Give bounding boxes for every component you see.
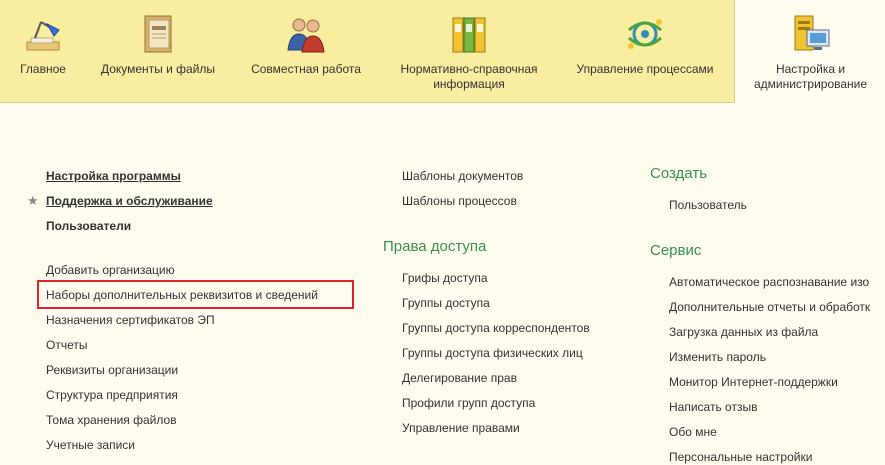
people-icon xyxy=(287,18,325,53)
section-label: Главное xyxy=(20,62,66,76)
change-password-link[interactable]: Изменить пароль xyxy=(669,349,766,365)
document-templates-link[interactable]: Шаблоны документов xyxy=(402,168,523,184)
file-volumes-link[interactable]: Тома хранения файлов xyxy=(46,412,177,428)
access-groups-link[interactable]: Группы доступа xyxy=(402,295,490,311)
rights-management-link[interactable]: Управление правами xyxy=(402,420,520,436)
users-link[interactable]: Пользователи xyxy=(46,218,131,234)
access-group-profiles-link[interactable]: Профили групп доступа xyxy=(402,395,535,411)
access-rights-title: Права доступа xyxy=(383,238,487,255)
folders-icon xyxy=(452,17,486,53)
support-monitor-link[interactable]: Монитор Интернет-поддержки xyxy=(669,374,838,390)
additional-attributes-sets-link[interactable]: Наборы дополнительных реквизитов и сведе… xyxy=(46,287,318,303)
write-review-link[interactable]: Написать отзыв xyxy=(669,399,757,415)
access-labels-link[interactable]: Грифы доступа xyxy=(402,270,488,286)
add-organization-link[interactable]: Добавить организацию xyxy=(46,262,175,278)
sections-panel: Главное Документы и файлы Совместная раб… xyxy=(0,0,885,103)
program-settings-link[interactable]: Настройка программы xyxy=(46,168,181,184)
section-collaboration[interactable]: Совместная работа xyxy=(230,0,382,102)
section-label: Управление процессами xyxy=(576,62,714,76)
section-documents[interactable]: Документы и файлы xyxy=(86,0,230,102)
service-title: Сервис xyxy=(650,242,702,259)
binder-icon xyxy=(144,15,172,53)
star-icon[interactable]: ★ xyxy=(27,193,39,209)
gears-icon xyxy=(628,19,662,49)
organization-details-link[interactable]: Реквизиты организации xyxy=(46,362,178,378)
section-label: Совместная работа xyxy=(251,62,361,76)
auto-recognition-link[interactable]: Автоматическое распознавание изо xyxy=(669,274,869,290)
section-process-management[interactable]: Управление процессами xyxy=(556,0,734,102)
section-main[interactable]: Главное xyxy=(0,0,86,102)
section-settings-admin[interactable]: Настройка и администрирование xyxy=(734,0,885,103)
server-monitor-icon xyxy=(794,15,829,51)
process-templates-link[interactable]: Шаблоны процессов xyxy=(402,193,517,209)
load-from-file-link[interactable]: Загрузка данных из файла xyxy=(669,324,818,340)
section-label: Настройка и администрирование xyxy=(753,62,868,91)
about-me-link[interactable]: Обо мне xyxy=(669,424,717,440)
reports-link[interactable]: Отчеты xyxy=(46,337,87,353)
create-title: Создать xyxy=(650,165,708,182)
section-reference-info[interactable]: Нормативно-справочная информация xyxy=(382,0,556,102)
correspondent-access-groups-link[interactable]: Группы доступа корреспондентов xyxy=(402,320,590,336)
additional-reports-link[interactable]: Дополнительные отчеты и обработк xyxy=(669,299,870,315)
desk-lamp-icon xyxy=(26,21,60,51)
section-label: Документы и файлы xyxy=(100,62,216,76)
section-label: Нормативно-справочная информация xyxy=(400,62,538,91)
create-user-link[interactable]: Пользователь xyxy=(669,197,747,213)
accounts-link[interactable]: Учетные записи xyxy=(46,437,135,453)
individual-access-groups-link[interactable]: Группы доступа физических лиц xyxy=(402,345,583,361)
support-service-link[interactable]: Поддержка и обслуживание xyxy=(46,193,213,209)
enterprise-structure-link[interactable]: Структура предприятия xyxy=(46,387,178,403)
personal-settings-link[interactable]: Персональные настройки xyxy=(669,449,812,465)
ep-certificates-link[interactable]: Назначения сертификатов ЭП xyxy=(46,312,215,328)
rights-delegation-link[interactable]: Делегирование прав xyxy=(402,370,517,386)
